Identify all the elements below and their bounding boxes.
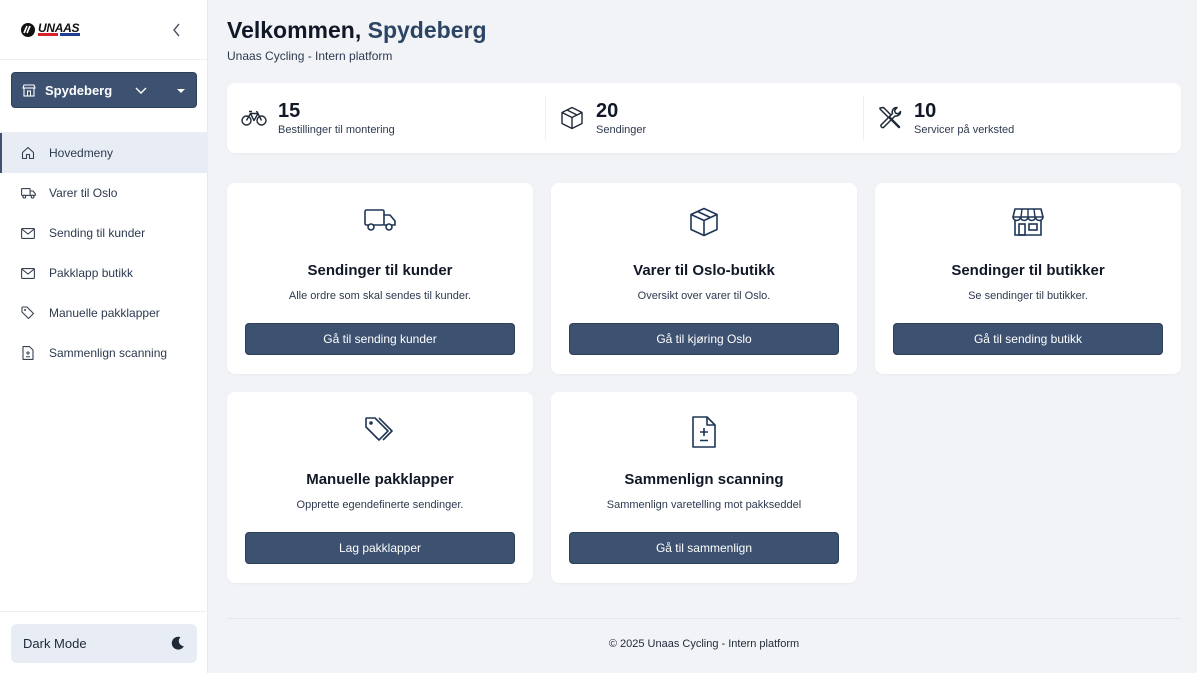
card-description: Oversikt over varer til Oslo.: [637, 290, 771, 302]
card-description: Sammenlign varetelling mot pakkseddel: [606, 499, 802, 511]
store-select-value: Spydeberg: [45, 82, 113, 98]
card-title: Sendinger til butikker: [951, 262, 1105, 279]
chevron-down-icon: [135, 87, 147, 94]
stat-value: 10: [914, 100, 937, 122]
stat-servicer: 10 Servicer på verksted: [863, 96, 1181, 140]
sidebar-item-label: Hovedmeny: [49, 146, 114, 160]
sidebar-item-label: Varer til Oslo: [49, 186, 118, 200]
sidebar-item-sending-til-kunder[interactable]: Sending til kunder: [0, 213, 208, 253]
logo-row: UNAAS: [0, 0, 207, 60]
sidebar-item-hovedmeny[interactable]: Hovedmeny: [0, 133, 208, 173]
page-subtitle: Unaas Cycling - Intern platform: [227, 49, 393, 63]
home-icon: [20, 145, 36, 161]
go-to-sending-butikk-button[interactable]: Gå til sending butikk: [893, 323, 1163, 355]
stat-label: Sendinger: [596, 124, 647, 136]
sidebar-item-label: Pakklapp butikk: [49, 266, 134, 280]
sidebar-item-sammenlign-scanning[interactable]: Sammenlign scanning: [0, 333, 208, 373]
file-diff-icon: [551, 416, 857, 448]
lag-pakklapper-button[interactable]: Lag pakklapper: [245, 532, 515, 564]
mail-icon: [20, 265, 36, 281]
card-title: Varer til Oslo-butikk: [633, 262, 775, 279]
go-to-kjoring-oslo-button[interactable]: Gå til kjøring Oslo: [569, 323, 839, 355]
logo-stripe-icon: [38, 32, 80, 36]
card-varer-til-oslo-butikk: Varer til Oslo-butikk Oversikt over vare…: [551, 183, 857, 374]
sidebar-item-label: Sammenlign scanning: [49, 346, 168, 360]
store-icon: [875, 207, 1181, 237]
store-select[interactable]: Spydeberg: [11, 72, 197, 108]
card-title: Sammenlign scanning: [624, 471, 784, 488]
sidebar-item-label: Sending til kunder: [49, 226, 146, 240]
footer-text: © 2025 Unaas Cycling - Intern platform: [608, 638, 800, 650]
stat-label: Servicer på verksted: [914, 124, 1015, 136]
logo[interactable]: UNAAS: [20, 22, 80, 38]
card-description: Alle ordre som skal sendes til kunder.: [288, 290, 472, 302]
sidebar-item-pakklapp-butikk[interactable]: Pakklapp butikk: [0, 253, 208, 293]
bike-icon: [241, 105, 267, 131]
card-title: Sendinger til kunder: [307, 262, 453, 279]
dark-mode-label: Dark Mode: [23, 636, 87, 651]
card-description: Se sendinger til butikker.: [968, 290, 1088, 302]
stat-value: 15: [278, 100, 301, 122]
card-sendinger-til-butikker: Sendinger til butikker Se sendinger til …: [875, 183, 1181, 374]
sidebar-item-label: Manuelle pakklapper: [49, 306, 160, 320]
main-content: Velkommen, Spydeberg Unaas Cycling - Int…: [208, 0, 1197, 673]
welcome-prefix: Velkommen,: [227, 17, 362, 43]
sidebar-item-varer-til-oslo[interactable]: Varer til Oslo: [0, 173, 208, 213]
logo-mark-icon: [21, 22, 35, 37]
card-title: Manuelle pakklapper: [306, 471, 454, 488]
dark-mode-toggle[interactable]: Dark Mode: [11, 624, 197, 663]
sidebar-item-manuelle-pakklapper[interactable]: Manuelle pakklapper: [0, 293, 208, 333]
box-icon: [551, 207, 857, 237]
dropdown-caret-icon: [177, 89, 185, 93]
truck-icon: [20, 185, 36, 201]
tag-icon: [227, 416, 533, 446]
footer-divider: [227, 618, 1181, 619]
box-icon: [559, 105, 585, 131]
stat-sendinger: 20 Sendinger: [545, 96, 863, 140]
tools-icon: [877, 105, 903, 131]
stat-bestillinger: 15 Bestillinger til montering: [227, 96, 545, 140]
stat-value: 20: [596, 100, 619, 122]
card-description: Opprette egendefinerte sendinger.: [296, 499, 464, 511]
moon-icon: [171, 636, 184, 650]
file-diff-icon: [20, 345, 36, 361]
mail-icon: [20, 225, 36, 241]
chevron-left-icon: [173, 23, 180, 36]
sidebar: UNAAS Spydeberg Hovedmeny Varer til Oslo…: [0, 0, 208, 673]
go-to-sammenlign-button[interactable]: Gå til sammenlign: [569, 532, 839, 564]
stats-bar: 15 Bestillinger til montering 20 Sending…: [227, 83, 1181, 153]
card-manuelle-pakklapper: Manuelle pakklapper Opprette egendefiner…: [227, 392, 533, 583]
logo-text: UNAAS: [38, 20, 80, 35]
truck-icon: [227, 207, 533, 233]
dark-mode-section: Dark Mode: [0, 611, 208, 673]
collapse-sidebar-button[interactable]: [167, 20, 187, 40]
go-to-sending-kunder-button[interactable]: Gå til sending kunder: [245, 323, 515, 355]
card-sammenlign-scanning: Sammenlign scanning Sammenlign varetelli…: [551, 392, 857, 583]
sidebar-nav: Hovedmeny Varer til Oslo Sending til kun…: [0, 132, 208, 373]
store-icon: [22, 83, 36, 97]
page-title: Velkommen, Spydeberg: [227, 17, 487, 44]
stat-label: Bestillinger til montering: [278, 124, 395, 136]
tag-icon: [20, 305, 36, 321]
welcome-store-name: Spydeberg: [367, 17, 487, 43]
card-sendinger-til-kunder: Sendinger til kunder Alle ordre som skal…: [227, 183, 533, 374]
